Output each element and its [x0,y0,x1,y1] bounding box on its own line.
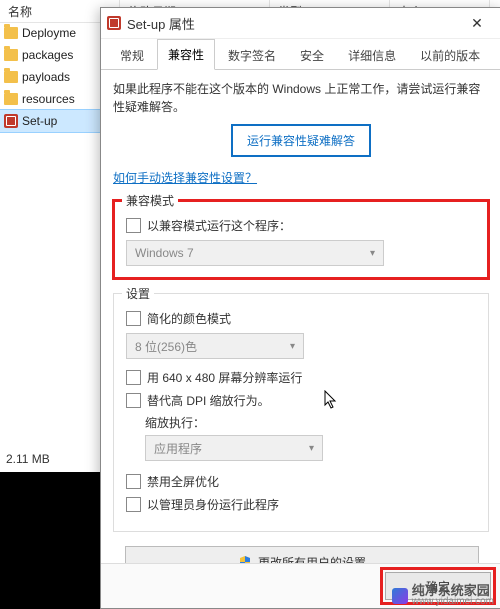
high-dpi-label: 替代高 DPI 缩放行为。 [147,392,270,409]
folder-icon [4,71,18,83]
tab-general[interactable]: 常规 [109,40,155,70]
ok-button[interactable]: 确定 [385,572,491,600]
color-depth-select[interactable]: 8 位(256)色 ▾ [126,333,304,359]
folder-icon [4,27,18,39]
app-icon [4,114,18,128]
intro-text: 如果此程序不能在这个版本的 Windows 上正常工作，请尝试运行兼容性疑难解答… [113,80,489,116]
folder-icon [4,49,18,61]
tab-previous[interactable]: 以前的版本 [409,40,491,70]
high-dpi-sublabel: 缩放执行： [145,415,476,431]
compat-os-value: Windows 7 [135,246,194,260]
app-icon [107,16,121,30]
shield-icon [238,555,252,563]
list-item[interactable]: packages [0,44,100,66]
group-title: 兼容模式 [122,192,178,209]
chevron-down-icon: ▾ [290,341,295,352]
color-depth-value: 8 位(256)色 [135,338,197,355]
chevron-down-icon: ▾ [370,248,375,259]
disable-fullscreen-opt-checkbox[interactable] [126,474,141,489]
compat-mode-checkbox[interactable] [126,218,141,233]
high-dpi-checkbox[interactable] [126,393,141,408]
run-640-checkbox[interactable] [126,370,141,385]
disable-fullscreen-opt-label: 禁用全屏优化 [147,473,219,490]
compat-os-select[interactable]: Windows 7 ▾ [126,240,384,266]
run-as-admin-checkbox[interactable] [126,497,141,512]
dialog-titlebar[interactable]: Set-up 属性 ✕ [101,8,500,39]
file-name: packages [22,48,73,62]
list-item[interactable]: Deployme [0,22,100,44]
reduced-color-checkbox[interactable] [126,311,141,326]
change-all-users-label: 更改所有用户的设置 [258,554,366,564]
properties-dialog: Set-up 属性 ✕ 常规 兼容性 数字签名 安全 详细信息 以前的版本 如果… [100,7,500,609]
folder-icon [4,93,18,105]
list-item[interactable]: payloads [0,66,100,88]
taskbar-strip [0,472,102,609]
status-size: 2.11 MB [6,452,50,466]
dialog-title: Set-up 属性 [127,14,453,33]
reduced-color-label: 简化的颜色模式 [147,310,231,327]
close-button[interactable]: ✕ [459,11,495,35]
manual-settings-link[interactable]: 如何手动选择兼容性设置？ [113,169,257,186]
list-item[interactable]: resources [0,88,100,110]
run-as-admin-label: 以管理员身份运行此程序 [147,496,279,513]
close-icon: ✕ [471,15,483,32]
run-640-label: 用 640 x 480 屏幕分辨率运行 [147,369,302,386]
dialog-body: 如果此程序不能在这个版本的 Windows 上正常工作，请尝试运行兼容性疑难解答… [101,70,500,563]
tab-compatibility[interactable]: 兼容性 [157,39,215,70]
tab-security[interactable]: 安全 [289,40,335,70]
file-name: payloads [22,70,70,84]
compat-mode-group: 兼容模式 以兼容模式运行这个程序： Windows 7 ▾ [113,200,489,279]
troubleshoot-button[interactable]: 运行兼容性疑难解答 [231,124,371,157]
list-item[interactable]: Set-up [0,110,100,132]
file-name: resources [22,92,75,106]
tab-strip: 常规 兼容性 数字签名 安全 详细信息 以前的版本 [101,39,500,70]
dialog-footer: 确定 [101,563,500,608]
chevron-down-icon: ▾ [309,443,314,454]
change-all-users-button[interactable]: 更改所有用户的设置 [125,546,479,563]
dpi-scaling-select[interactable]: 应用程序 ▾ [145,435,323,461]
settings-group: 设置 简化的颜色模式 8 位(256)色 ▾ 用 640 x 480 屏幕分辨率… [113,293,489,532]
compat-mode-label: 以兼容模式运行这个程序： [147,217,291,234]
file-name: Set-up [22,114,57,128]
file-name: Deployme [22,26,76,40]
tab-signatures[interactable]: 数字签名 [217,40,287,70]
tab-details[interactable]: 详细信息 [337,40,407,70]
group-title: 设置 [122,285,154,302]
dpi-scaling-value: 应用程序 [154,440,202,457]
